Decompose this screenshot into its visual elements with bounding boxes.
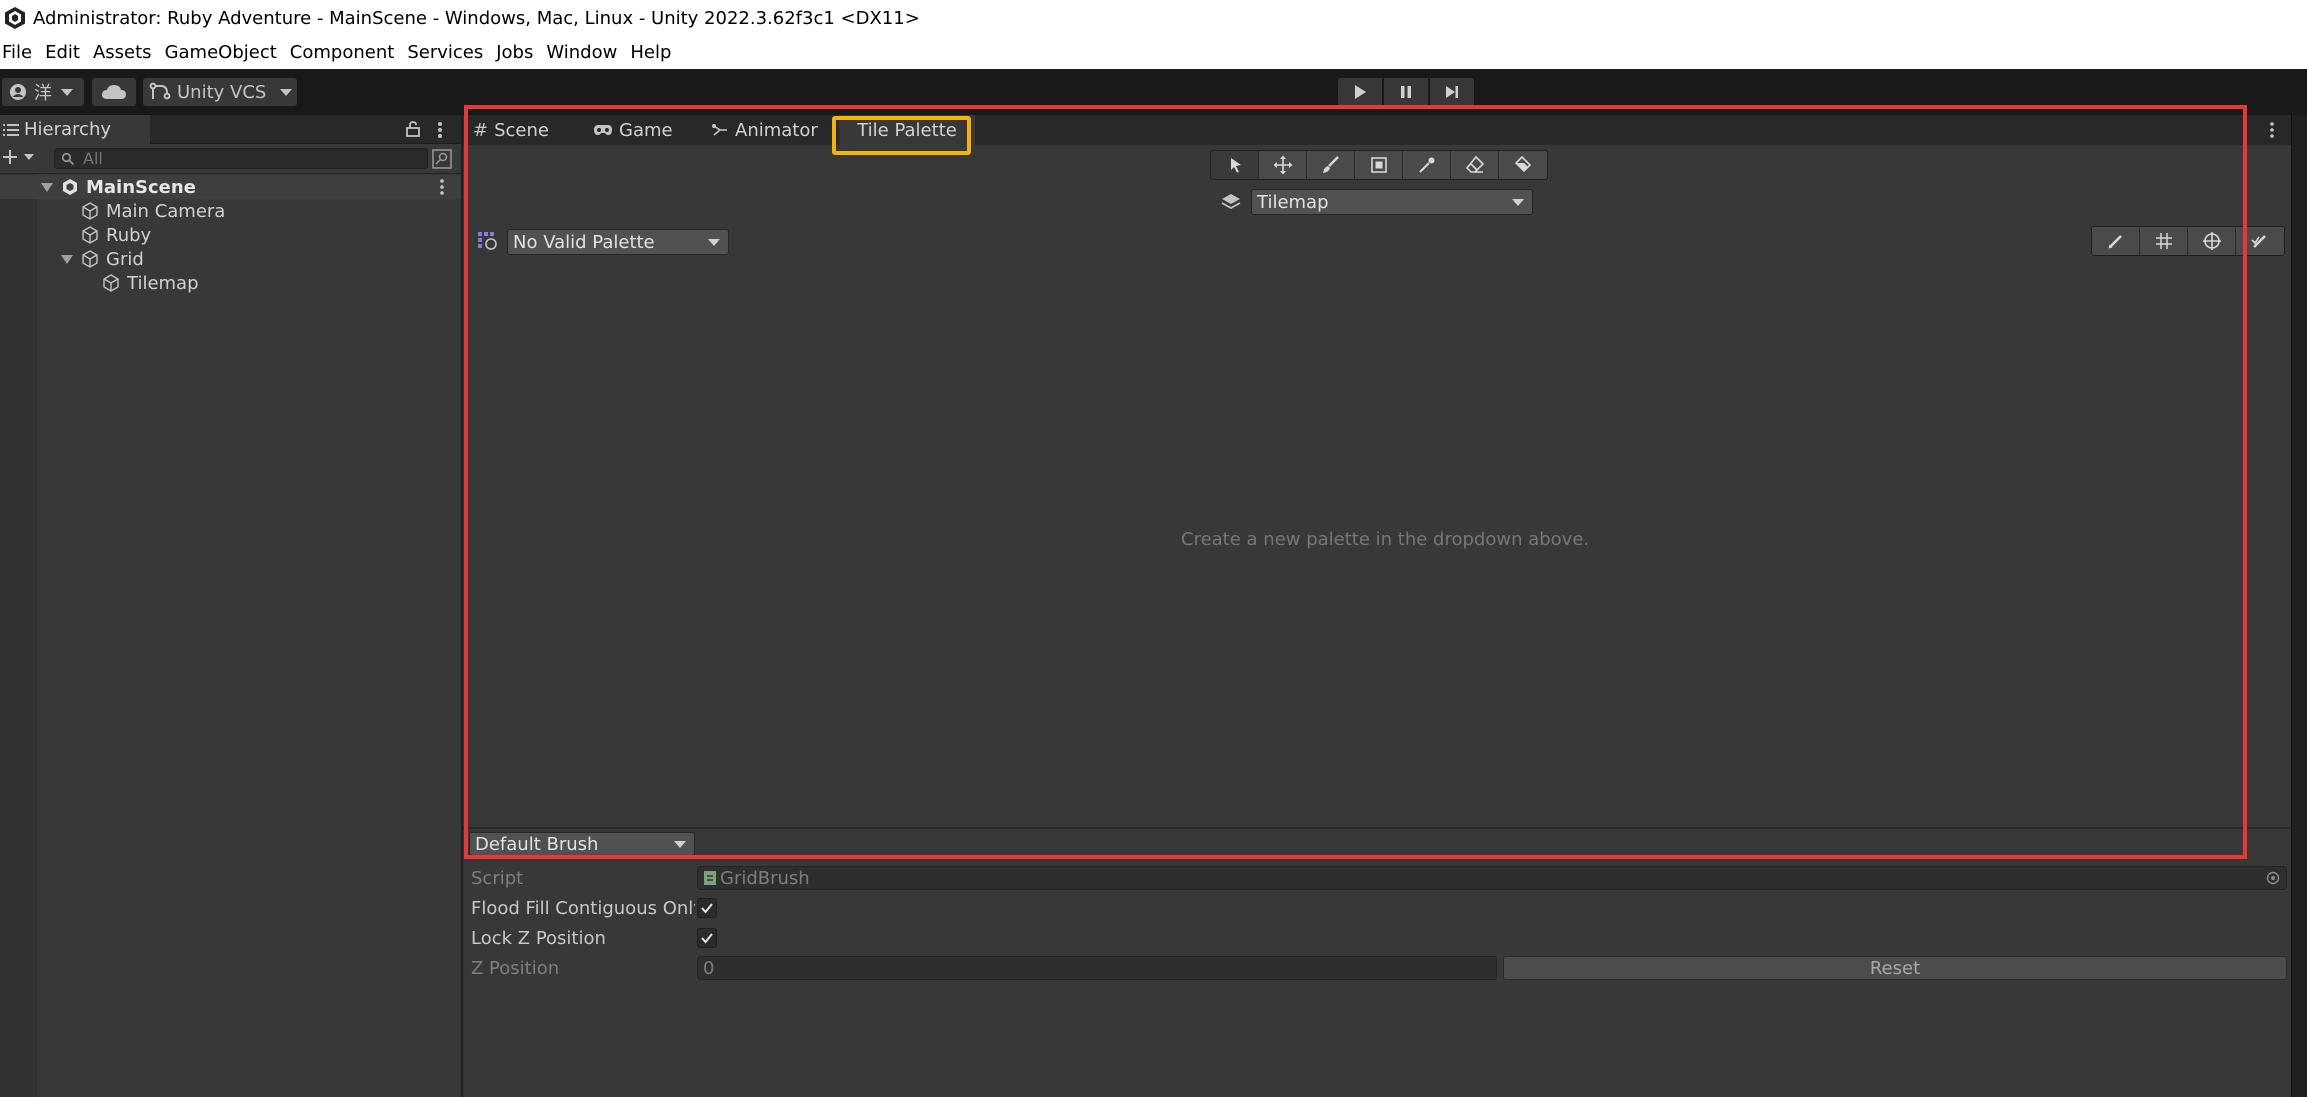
menu-services[interactable]: Services xyxy=(406,42,494,63)
hierarchy-item-ruby[interactable]: Ruby xyxy=(0,223,461,247)
kebab-menu-icon[interactable] xyxy=(436,121,444,139)
script-value: GridBrush xyxy=(720,867,810,889)
pause-icon xyxy=(1401,86,1411,98)
hierarchy-tab-bar: Hierarchy xyxy=(0,115,461,144)
vcs-label: Unity VCS xyxy=(177,81,267,103)
account-label: 洋 xyxy=(34,83,52,104)
hierarchy-item-label: Tilemap xyxy=(127,272,199,294)
step-icon xyxy=(1446,86,1458,98)
z-position-value: 0 xyxy=(703,957,715,979)
lock-icon[interactable] xyxy=(406,121,420,137)
hierarchy-search-row xyxy=(0,144,461,174)
flood-fill-row: Flood Fill Contiguous Only xyxy=(463,894,2293,922)
hierarchy-gutter xyxy=(0,174,37,1097)
hierarchy-item-tilemap[interactable]: Tilemap xyxy=(0,271,461,295)
window-title-bar: Administrator: Ruby Adventure - MainScen… xyxy=(0,0,2307,36)
window-title: Administrator: Ruby Adventure - MainScen… xyxy=(33,7,920,29)
scene-search-icon[interactable] xyxy=(432,149,452,169)
account-button[interactable]: 洋 xyxy=(2,78,84,106)
cloud-button[interactable] xyxy=(92,78,136,106)
user-icon xyxy=(10,84,26,100)
list-icon xyxy=(3,123,19,136)
menu-edit[interactable]: Edit xyxy=(44,42,91,63)
hierarchy-item-label: Ruby xyxy=(106,224,152,246)
lock-z-checkbox[interactable] xyxy=(697,928,717,948)
hierarchy-search-box[interactable] xyxy=(54,148,428,169)
chevron-down-icon xyxy=(61,88,73,96)
checkmark-icon xyxy=(701,933,713,944)
menu-jobs[interactable]: Jobs xyxy=(495,42,544,63)
kebab-menu-icon[interactable] xyxy=(439,178,445,196)
chevron-down-icon xyxy=(24,154,34,160)
object-picker-icon[interactable] xyxy=(2266,871,2280,885)
vcs-button[interactable]: Unity VCS xyxy=(143,78,297,106)
cloud-icon xyxy=(102,85,126,99)
scene-row[interactable]: MainScene xyxy=(0,175,461,199)
z-position-label: Z Position xyxy=(471,957,560,979)
play-icon xyxy=(1355,85,1366,99)
hierarchy-item-label: Grid xyxy=(106,248,144,270)
lock-z-row: Lock Z Position xyxy=(463,924,2293,952)
hierarchy-panel: Hierarchy All MainScene Main Camera Ruby… xyxy=(0,115,461,1097)
unity-logo-icon xyxy=(5,7,25,29)
chevron-down-icon xyxy=(280,88,293,96)
menu-component[interactable]: Component xyxy=(289,42,406,63)
expand-arrow-icon[interactable] xyxy=(61,254,73,264)
script-row: Script GridBrush xyxy=(463,864,2293,892)
expand-arrow-icon[interactable] xyxy=(41,182,53,192)
hierarchy-tab-label: Hierarchy xyxy=(24,119,112,140)
kebab-menu-icon[interactable] xyxy=(2269,121,2275,139)
hierarchy-item-grid[interactable]: Grid xyxy=(0,247,461,271)
plus-icon xyxy=(3,150,17,164)
hierarchy-item-main-camera[interactable]: Main Camera xyxy=(0,199,461,223)
pencil-check-icon xyxy=(2251,235,2266,248)
create-button[interactable] xyxy=(2,149,34,165)
menu-help[interactable]: Help xyxy=(629,42,682,63)
reset-button[interactable]: Reset xyxy=(1503,956,2287,980)
red-highlight-box xyxy=(464,105,2247,859)
z-position-field[interactable]: 0 xyxy=(697,956,1497,980)
gameobject-cube-icon xyxy=(82,226,98,244)
gameobject-cube-icon xyxy=(103,274,119,292)
script-file-icon xyxy=(704,871,716,885)
menu-window[interactable]: Window xyxy=(545,42,628,63)
script-label: Script xyxy=(471,867,524,889)
play-button[interactable] xyxy=(1338,78,1382,106)
menu-gameobject[interactable]: GameObject xyxy=(164,42,288,63)
gameobject-cube-icon xyxy=(82,202,98,220)
reset-label: Reset xyxy=(1869,957,1921,979)
checkmark-icon xyxy=(701,903,713,914)
yellow-highlight-box xyxy=(832,116,971,155)
right-dock-edge xyxy=(2291,115,2307,1097)
search-icon xyxy=(61,152,75,165)
menu-bar: File Edit Assets GameObject Component Se… xyxy=(0,36,2307,69)
scene-name: MainScene xyxy=(86,176,196,198)
branch-icon xyxy=(149,82,171,100)
tab-hierarchy[interactable]: Hierarchy xyxy=(0,115,150,144)
lock-z-label: Lock Z Position xyxy=(471,927,606,949)
hierarchy-item-label: Main Camera xyxy=(106,200,226,222)
menu-file[interactable]: File xyxy=(1,42,43,63)
pause-button[interactable] xyxy=(1384,78,1428,106)
search-input[interactable] xyxy=(83,149,383,168)
flood-fill-checkbox[interactable] xyxy=(697,898,717,918)
unity-scene-icon xyxy=(63,179,77,195)
gameobject-cube-icon xyxy=(82,250,98,268)
menu-assets[interactable]: Assets xyxy=(92,42,163,63)
z-position-row: Z Position 0 Reset xyxy=(463,954,2293,982)
step-button[interactable] xyxy=(1430,78,1474,106)
flood-fill-label: Flood Fill Contiguous Only xyxy=(471,897,695,919)
script-field: GridBrush xyxy=(697,866,2287,890)
